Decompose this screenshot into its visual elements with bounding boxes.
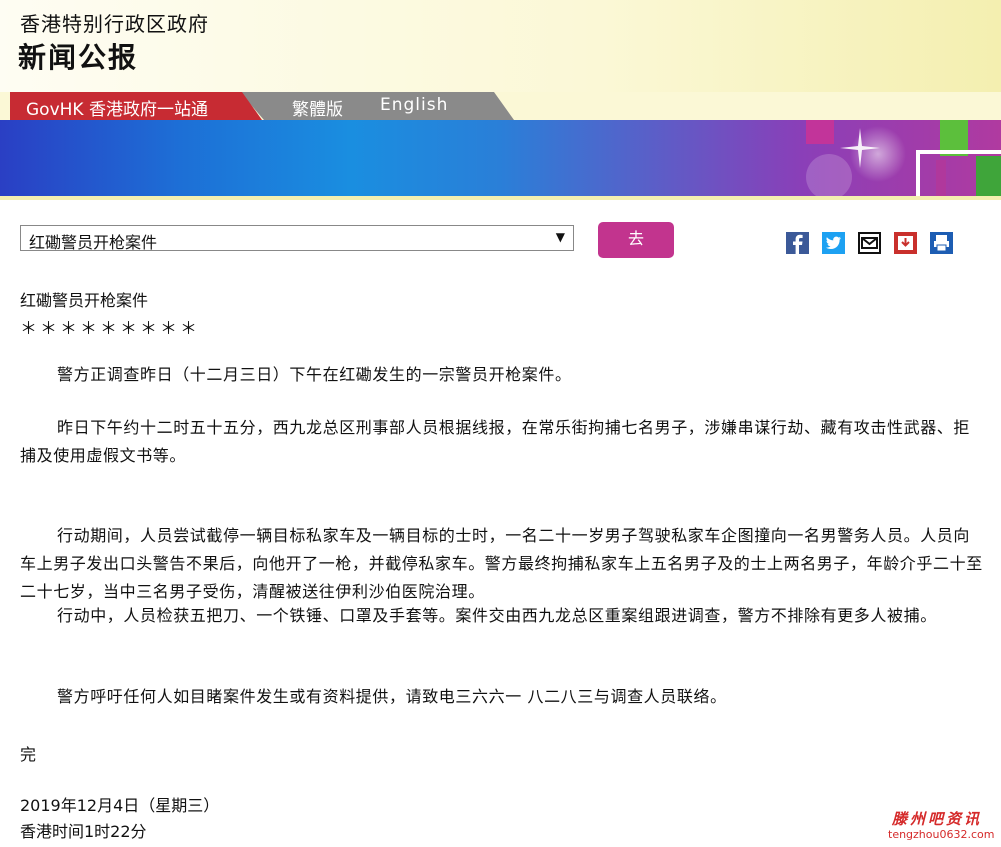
banner-divider [0, 196, 1001, 200]
govhk-link[interactable]: GovHK 香港政府一站通 [10, 92, 262, 120]
chevron-down-icon: ▼ [555, 230, 565, 244]
traditional-chinese-link[interactable]: 繁體版 [292, 95, 343, 120]
title-separator: ＊＊＊＊＊＊＊＊＊ [20, 319, 200, 339]
article-paragraph: 行动中，人员检获五把刀、一个铁锤、口罩及手套等。案件交由西九龙总区重案组跟进调查… [57, 606, 937, 625]
banner-square [976, 156, 1001, 196]
go-button[interactable]: 去 [598, 222, 674, 258]
article-paragraph: 昨日下午约十二时五十五分，西九龙总区刑事部人员根据线报，在常乐街拘捕七名男子，涉… [20, 418, 971, 465]
banner-bar [936, 160, 946, 196]
org-name: 香港特别行政区政府 [20, 12, 209, 36]
article-paragraph: 警方呼吁任何人如目睹案件发生或有资料提供，请致电三六六一 八二八三与调查人员联络… [57, 687, 727, 706]
language-tab-bg [240, 92, 514, 120]
twitter-icon[interactable] [822, 232, 845, 254]
article-paragraph: 行动期间，人员尝试截停一辆目标私家车及一辆目标的士时，一名二十一岁男子驾驶私家车… [20, 526, 983, 601]
site-header: 香港特别行政区政府 新闻公报 [0, 0, 1001, 92]
banner-square [806, 120, 834, 144]
article-paragraph: 警方正调查昨日（十二月三日）下午在红磡发生的一宗警员开枪案件。 [57, 365, 572, 384]
publish-date: 2019年12月4日（星期三） [20, 796, 220, 815]
publish-time: 香港时间1时22分 [20, 822, 147, 841]
watermark-url: tengzhou0632.com [888, 828, 995, 841]
watermark-name: 滕州吧资讯 [892, 810, 983, 828]
topic-select[interactable]: 红磡警员开枪案件 ▼ [20, 225, 574, 252]
sparkle-icon [840, 128, 880, 168]
top-nav: GovHK 香港政府一站通 [0, 92, 1001, 120]
facebook-icon[interactable] [786, 232, 809, 254]
topic-select-value: 红磡警员开枪案件 [29, 233, 158, 252]
article-end-mark: 完 [20, 745, 37, 764]
mail-icon[interactable] [858, 232, 881, 254]
pdf-icon[interactable] [894, 232, 917, 254]
page-title: 新闻公报 [18, 41, 139, 74]
article-title: 红磡警员开枪案件 [20, 291, 149, 310]
english-link[interactable]: English [380, 95, 448, 115]
print-icon[interactable] [930, 232, 953, 254]
